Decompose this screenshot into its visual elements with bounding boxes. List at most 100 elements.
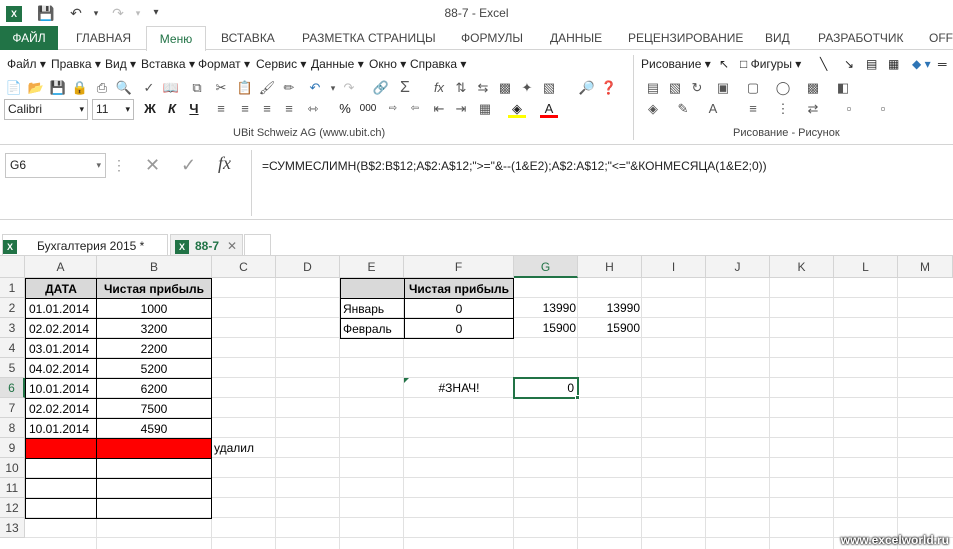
undo-icon[interactable]: ↶: [306, 79, 324, 97]
help-icon[interactable]: ❓: [600, 79, 618, 97]
font-color-draw-icon[interactable]: A: [704, 100, 722, 118]
empty-cell[interactable]: [25, 458, 97, 479]
bold-button[interactable]: Ж: [141, 100, 159, 118]
find-icon[interactable]: 🔎: [578, 79, 596, 97]
shape-oval-icon[interactable]: ◯: [774, 79, 792, 97]
col-header[interactable]: B: [97, 256, 212, 278]
deleted-note[interactable]: удалил: [214, 438, 254, 458]
spelling-icon[interactable]: ✓: [140, 79, 158, 97]
table1-value-cell[interactable]: 5200: [96, 358, 212, 379]
shape-rect-icon[interactable]: ▢: [744, 79, 762, 97]
table1-date-cell[interactable]: 01.01.2014: [25, 298, 97, 319]
tab-data[interactable]: ДАННЫЕ: [550, 26, 602, 50]
justify-icon[interactable]: ≡: [280, 100, 298, 118]
col-header-selected[interactable]: G: [514, 256, 578, 278]
table2-value-cell[interactable]: 0: [404, 298, 514, 319]
cancel-icon[interactable]: ✕: [145, 155, 160, 176]
fill-handle[interactable]: [575, 395, 580, 400]
borders-icon[interactable]: ▦: [476, 100, 494, 118]
thousands-button[interactable]: 000: [356, 100, 380, 118]
table1-value-cell[interactable]: 1000: [96, 298, 212, 319]
row-header[interactable]: 2: [0, 298, 25, 318]
underline-button[interactable]: Ч: [185, 100, 203, 118]
row-header[interactable]: 1: [0, 278, 25, 298]
tab-view[interactable]: ВИД: [765, 26, 790, 50]
3d-icon[interactable]: ◧: [834, 79, 852, 97]
h-value-cell[interactable]: 15900: [578, 318, 640, 338]
row-header-selected[interactable]: 6: [0, 378, 25, 398]
tab-file[interactable]: ФАЙЛ: [0, 26, 58, 50]
menu-help[interactable]: Справка ▾: [410, 57, 466, 71]
table1-header-date[interactable]: ДАТА: [25, 278, 97, 299]
preview-icon[interactable]: 🔍: [115, 79, 133, 97]
shadow-style-icon[interactable]: ▫: [840, 100, 858, 118]
empty-cell[interactable]: [25, 498, 97, 519]
align-center-icon[interactable]: ≡: [236, 100, 254, 118]
tab-developer[interactable]: РАЗРАБОТЧИК: [818, 26, 904, 50]
row-header[interactable]: 3: [0, 318, 25, 338]
increase-decimal-icon[interactable]: ⇨: [384, 100, 402, 118]
row-header[interactable]: 13: [0, 518, 25, 538]
g-value-cell[interactable]: 13990: [514, 298, 576, 318]
menu-insert[interactable]: Вставка ▾: [141, 57, 195, 71]
workbook-tab-88-7[interactable]: X 88-7 ✕: [170, 234, 243, 256]
deleted-row-cell-a[interactable]: [25, 438, 97, 459]
percent-button[interactable]: %: [336, 100, 354, 118]
menu-file[interactable]: Файл ▾: [7, 57, 46, 71]
active-cell-g6[interactable]: 0: [513, 377, 579, 399]
table1-date-cell[interactable]: 03.01.2014: [25, 338, 97, 359]
tab-menu[interactable]: Меню: [146, 26, 206, 51]
italic-button[interactable]: К: [163, 100, 181, 118]
chart-icon[interactable]: ▩: [496, 79, 514, 97]
dash-style-icon[interactable]: ⋮: [774, 100, 792, 118]
col-header[interactable]: F: [404, 256, 514, 278]
empty-cell[interactable]: [25, 478, 97, 499]
table1-date-cell[interactable]: 02.02.2014: [25, 318, 97, 339]
cut-icon[interactable]: ✂: [212, 79, 230, 97]
line-color-icon[interactable]: ✎: [674, 100, 692, 118]
hyperlink-icon[interactable]: 🔗: [372, 79, 390, 97]
formula-input[interactable]: =СУММЕСЛИМН(B$2:B$12;A$2:A$12;">="&--(1&…: [251, 150, 953, 216]
row-header[interactable]: 11: [0, 478, 25, 498]
table1-date-cell[interactable]: 04.02.2014: [25, 358, 97, 379]
redo-icon[interactable]: ↷: [340, 79, 358, 97]
menu-data[interactable]: Данные ▾: [311, 57, 364, 71]
merge-center-icon[interactable]: ⇿: [304, 100, 322, 118]
shapes-menu[interactable]: □ Фигуры ▾: [740, 57, 801, 71]
decrease-indent-icon[interactable]: ⇤: [430, 100, 448, 118]
name-box[interactable]: G6 ▾: [5, 153, 106, 178]
g-value-cell[interactable]: 15900: [514, 318, 576, 338]
row-header[interactable]: 7: [0, 398, 25, 418]
empty-cell[interactable]: [96, 478, 212, 499]
research-icon[interactable]: 📖: [162, 79, 180, 97]
table2-value-cell[interactable]: 0: [404, 318, 514, 339]
col-header[interactable]: M: [898, 256, 953, 278]
arrow-line-icon[interactable]: ↘: [844, 57, 854, 71]
fill-color-icon[interactable]: ◈: [508, 100, 526, 118]
align-left-icon[interactable]: ▤: [644, 79, 662, 97]
font-name-select[interactable]: Calibri ▾: [4, 99, 88, 120]
row-header[interactable]: 10: [0, 458, 25, 478]
open-icon[interactable]: 📂: [27, 79, 45, 97]
autosum-icon[interactable]: Σ: [396, 79, 414, 97]
col-header[interactable]: C: [212, 256, 276, 278]
wordart-icon[interactable]: ▦: [888, 57, 899, 71]
3d-style-icon[interactable]: ▫: [874, 100, 892, 118]
new-file-icon[interactable]: 📄: [5, 79, 23, 97]
shadow-icon[interactable]: ▩: [804, 79, 822, 97]
row-header[interactable]: 12: [0, 498, 25, 518]
col-header[interactable]: K: [770, 256, 834, 278]
arrow-icon[interactable]: ↖: [719, 57, 729, 71]
line-icon[interactable]: ╲: [820, 57, 827, 71]
table2-month-cell[interactable]: Февраль: [340, 318, 405, 339]
col-header[interactable]: I: [642, 256, 706, 278]
select-all-corner[interactable]: [0, 256, 25, 278]
format-painter-icon[interactable]: 🖌: [258, 79, 276, 97]
drawing-toggle-icon[interactable]: ✦: [518, 79, 536, 97]
insert-function-button[interactable]: fx: [218, 153, 231, 174]
menu-window[interactable]: Окно ▾: [369, 57, 406, 71]
row-header[interactable]: 8: [0, 418, 25, 438]
sort-asc-icon[interactable]: ⇅: [452, 79, 470, 97]
textbox-icon[interactable]: ▤: [866, 57, 877, 71]
align-right-icon[interactable]: ≡: [258, 100, 276, 118]
